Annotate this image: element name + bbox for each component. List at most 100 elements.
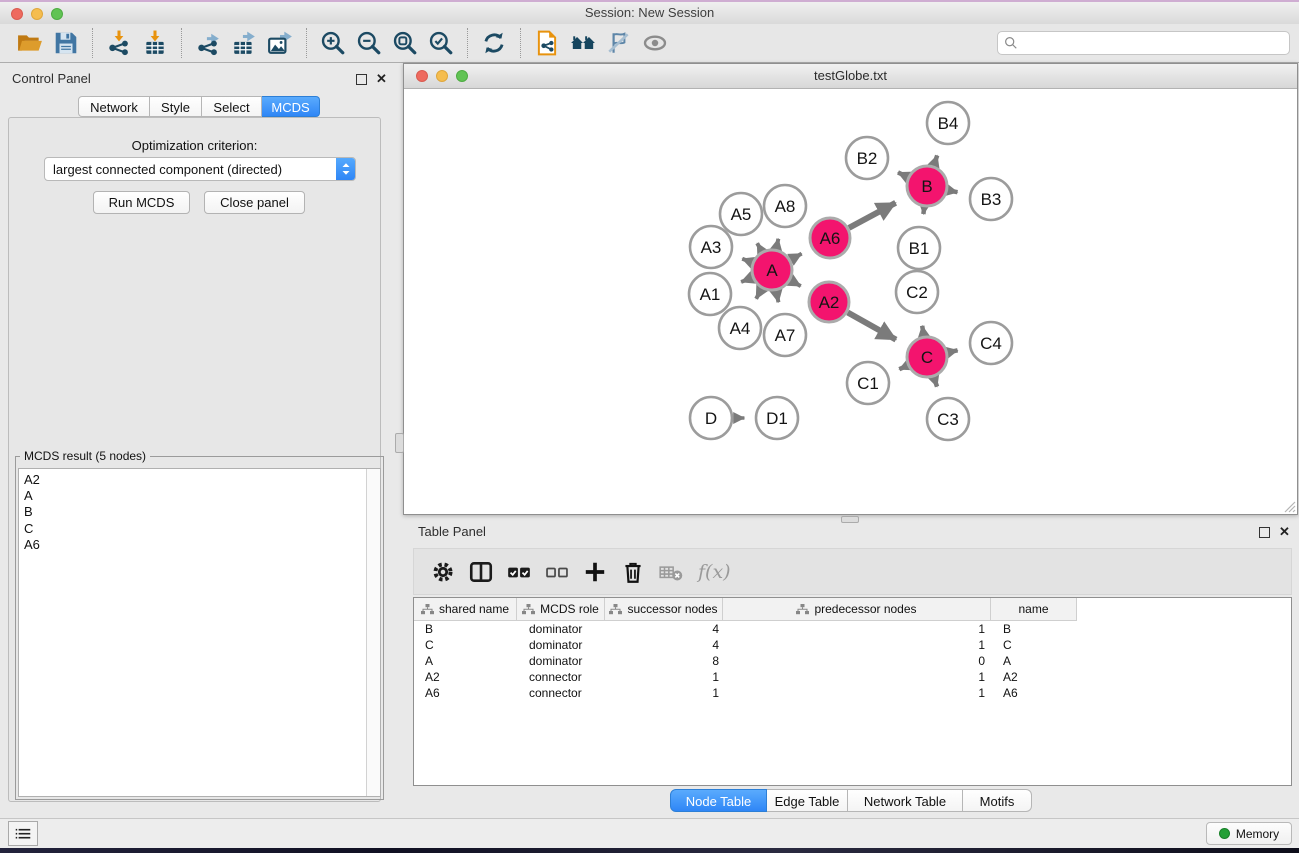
tab-node-table[interactable]: Node Table — [670, 789, 767, 812]
result-item-a[interactable]: A — [24, 488, 380, 504]
table-toolbar: f(x) — [413, 548, 1292, 595]
column-label: successor nodes — [627, 602, 717, 616]
table-panel-float-button[interactable] — [1259, 527, 1270, 538]
edge-A6-B[interactable] — [849, 203, 896, 228]
select-all-columns-button[interactable] — [504, 557, 534, 587]
cell-predecessor-nodes: 1 — [723, 686, 991, 700]
zoom-in-button[interactable] — [318, 28, 348, 58]
edge-A-A5[interactable] — [757, 243, 761, 251]
split-divider-handle[interactable] — [395, 433, 404, 453]
edge-B-B2[interactable] — [898, 172, 908, 176]
sort-hierarchy-icon — [796, 604, 809, 615]
apply-function-button[interactable]: f(x) — [698, 561, 731, 583]
attribute-settings-button[interactable] — [428, 557, 458, 587]
search-field[interactable] — [997, 31, 1290, 55]
table-row-b[interactable]: Bdominator41B — [414, 621, 1077, 637]
mcds-result-list[interactable]: A2ABCA6 — [18, 468, 381, 797]
add-column-button[interactable] — [580, 557, 610, 587]
first-neighbors-button[interactable] — [568, 28, 598, 58]
node-label-A: A — [766, 261, 778, 280]
edge-B-B4[interactable] — [934, 155, 937, 165]
search-input[interactable] — [1022, 35, 1289, 52]
edge-A-A6[interactable] — [791, 254, 802, 260]
network-window-titlebar[interactable]: testGlobe.txt — [404, 64, 1297, 89]
edge-C-C3[interactable] — [934, 377, 937, 386]
zoom-out-button[interactable] — [354, 28, 384, 58]
result-item-c[interactable]: C — [24, 521, 380, 537]
table-panel-title: Table Panel — [418, 524, 486, 539]
edge-A2-C[interactable] — [848, 313, 896, 340]
network-canvas[interactable]: B4B2BB3A8A5A6A3B1AC2A1A2A4A7C4CC1C3DD1 — [404, 89, 1297, 519]
tab-style[interactable]: Style — [150, 96, 202, 117]
edge-A-A4[interactable] — [756, 289, 761, 299]
zoom-fit-button[interactable] — [390, 28, 420, 58]
table-row-a[interactable]: Adominator80A — [414, 653, 1077, 669]
edge-A-A7[interactable] — [776, 291, 778, 302]
tab-mcds[interactable]: MCDS — [262, 96, 320, 117]
close-panel-button[interactable]: Close panel — [204, 191, 305, 214]
control-panel-close-button[interactable]: ✕ — [376, 71, 387, 87]
import-table-button[interactable] — [140, 28, 170, 58]
export-image-button[interactable] — [265, 28, 295, 58]
eye-icon — [642, 30, 668, 56]
zoom-selected-button[interactable] — [426, 28, 456, 58]
column-header-successor-nodes[interactable]: successor nodes — [605, 598, 723, 620]
table-panel-close-button[interactable]: ✕ — [1279, 524, 1290, 540]
export-network-button[interactable] — [193, 28, 223, 58]
node-label-A5: A5 — [731, 205, 752, 224]
column-header-name[interactable]: name — [991, 598, 1077, 620]
delete-table-button[interactable] — [656, 557, 686, 587]
node-label-C1: C1 — [857, 374, 879, 393]
column-header-mcds-role[interactable]: MCDS role — [517, 598, 605, 620]
tab-network[interactable]: Network — [78, 96, 150, 117]
result-item-b[interactable]: B — [24, 504, 380, 520]
resize-grip-icon[interactable] — [1283, 500, 1296, 513]
table-row-c[interactable]: Cdominator41C — [414, 637, 1077, 653]
optimization-criterion-select[interactable]: largest connected component (directed) — [44, 157, 356, 181]
open-session-button[interactable] — [15, 28, 45, 58]
control-panel-title: Control Panel — [12, 71, 91, 86]
show-graphics-details-button[interactable] — [640, 28, 670, 58]
new-network-from-file-button[interactable] — [532, 28, 562, 58]
node-label-A1: A1 — [700, 285, 721, 304]
unselect-all-columns-button[interactable] — [542, 557, 572, 587]
table-row-a2[interactable]: A2connector11A2 — [414, 669, 1077, 685]
hide-flagged-button[interactable] — [604, 28, 634, 58]
edge-C-C2[interactable] — [922, 326, 924, 336]
cell-predecessor-nodes: 0 — [723, 654, 991, 668]
edge-B-B3[interactable] — [948, 190, 957, 192]
cell-name: B — [991, 622, 1077, 636]
edge-A-A2[interactable] — [791, 281, 801, 287]
column-header-predecessor-nodes[interactable]: predecessor nodes — [723, 598, 991, 620]
export-table-button[interactable] — [229, 28, 259, 58]
cell-mcds-role: dominator — [517, 654, 605, 668]
result-item-a6[interactable]: A6 — [24, 537, 380, 553]
edge-A-A3[interactable] — [742, 259, 752, 263]
edge-A-A1[interactable] — [741, 278, 752, 282]
delete-column-button[interactable] — [618, 557, 648, 587]
split-divider-handle[interactable] — [841, 516, 859, 523]
tab-edge-table[interactable]: Edge Table — [767, 789, 848, 812]
tab-select[interactable]: Select — [202, 96, 262, 117]
app-titlebar: Session: New Session — [0, 2, 1299, 25]
tab-motifs[interactable]: Motifs — [963, 789, 1032, 812]
edge-C-C4[interactable] — [948, 350, 958, 352]
run-mcds-button[interactable]: Run MCDS — [93, 191, 190, 214]
toolbar-separator — [520, 28, 521, 58]
result-item-a2[interactable]: A2 — [24, 472, 380, 488]
column-label: MCDS role — [540, 602, 599, 616]
edge-A-A8[interactable] — [776, 239, 778, 249]
import-network-button[interactable] — [104, 28, 134, 58]
table-row-a6[interactable]: A6connector11A6 — [414, 685, 1077, 701]
column-visibility-button[interactable] — [466, 557, 496, 587]
edge-B-B1[interactable] — [923, 207, 924, 214]
refresh-view-button[interactable] — [479, 28, 509, 58]
tab-network-table[interactable]: Network Table — [848, 789, 963, 812]
result-list-scrollbar[interactable] — [366, 469, 380, 796]
column-header-shared-name[interactable]: shared name — [414, 598, 517, 620]
control-panel-float-button[interactable] — [356, 74, 367, 85]
edge-C-C1[interactable] — [899, 366, 907, 370]
task-history-button[interactable] — [8, 821, 38, 846]
save-session-button[interactable] — [51, 28, 81, 58]
memory-button[interactable]: Memory — [1206, 822, 1292, 845]
